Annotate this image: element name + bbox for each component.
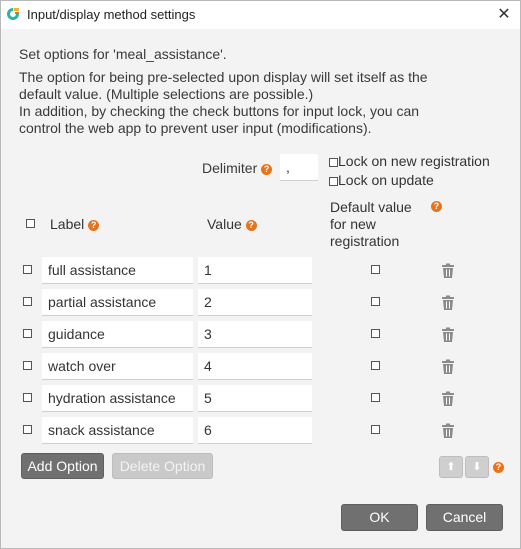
move-down-button[interactable]: ⬇ xyxy=(465,456,489,478)
delimiter-label: Delimiter ? xyxy=(202,160,273,176)
select-all-checkbox[interactable] xyxy=(26,219,35,228)
option-value-input[interactable]: 4 xyxy=(198,353,312,380)
option-label-input[interactable]: partial assistance xyxy=(42,289,193,316)
value-column-header: Value ? xyxy=(207,216,257,232)
close-icon[interactable]: ✕ xyxy=(493,4,515,26)
lock-new-registration-checkbox[interactable] xyxy=(329,157,338,167)
trash-icon[interactable] xyxy=(441,327,455,343)
default-header-line: for new xyxy=(330,216,376,232)
default-value-checkbox[interactable] xyxy=(371,425,380,434)
option-label-input[interactable]: snack assistance xyxy=(42,417,193,444)
default-value-checkbox[interactable] xyxy=(371,361,380,370)
default-value-checkbox[interactable] xyxy=(371,265,380,274)
delete-option-button[interactable]: Delete Option xyxy=(112,453,213,479)
move-up-button[interactable]: ⬆ xyxy=(439,456,463,478)
intro-line: control the web app to prevent user inpu… xyxy=(19,120,372,136)
option-label-input[interactable]: hydration assistance xyxy=(42,385,193,412)
label-column-header: Label ? xyxy=(50,216,100,232)
row-select-checkbox[interactable] xyxy=(23,329,32,338)
option-value-input[interactable]: 2 xyxy=(198,289,312,316)
help-icon[interactable]: ? xyxy=(245,219,257,231)
intro-line: default value. (Multiple selections are … xyxy=(19,86,314,102)
window-title: Input/display method settings xyxy=(27,7,196,22)
default-value-checkbox[interactable] xyxy=(371,297,380,306)
option-value-input[interactable]: 1 xyxy=(198,257,312,284)
default-header-line: registration xyxy=(330,233,400,249)
trash-icon[interactable] xyxy=(441,391,455,407)
trash-icon[interactable] xyxy=(441,295,455,311)
trash-icon[interactable] xyxy=(441,423,455,439)
row-select-checkbox[interactable] xyxy=(23,265,32,274)
option-value-input[interactable]: 3 xyxy=(198,321,312,348)
help-icon[interactable]: ? xyxy=(493,462,504,473)
dialog-window: Input/display method settings ✕ Set opti… xyxy=(0,0,521,549)
help-icon[interactable]: ? xyxy=(88,219,100,231)
trash-icon[interactable] xyxy=(441,263,455,279)
row-select-checkbox[interactable] xyxy=(23,297,32,306)
lock-update-checkbox[interactable] xyxy=(329,176,338,186)
option-value-input[interactable]: 5 xyxy=(198,385,312,412)
help-icon[interactable]: ? xyxy=(431,201,442,212)
help-icon[interactable]: ? xyxy=(261,163,273,175)
lock-update[interactable]: Lock on update xyxy=(329,172,434,188)
lock-new-registration[interactable]: Lock on new registration xyxy=(329,153,490,169)
row-select-checkbox[interactable] xyxy=(23,361,32,370)
default-column-header: Default value for new registration xyxy=(330,199,412,250)
default-value-checkbox[interactable] xyxy=(371,393,380,402)
lock-update-label: Lock on update xyxy=(338,172,434,188)
delimiter-label-text: Delimiter xyxy=(202,160,258,176)
option-label-input[interactable]: full assistance xyxy=(42,257,193,284)
intro-heading: Set options for 'meal_assistance'. xyxy=(19,46,227,62)
intro-line: In addition, by checking the check butto… xyxy=(19,103,420,119)
title-bar: Input/display method settings ✕ xyxy=(1,1,520,29)
lock-new-registration-label: Lock on new registration xyxy=(338,153,490,169)
option-label-input[interactable]: guidance xyxy=(42,321,193,348)
default-header-line: Default value xyxy=(330,199,412,215)
trash-icon[interactable] xyxy=(441,359,455,375)
row-select-checkbox[interactable] xyxy=(23,393,32,402)
row-select-checkbox[interactable] xyxy=(23,425,32,434)
intro-line: The option for being pre-selected upon d… xyxy=(19,69,428,85)
cancel-button[interactable]: Cancel xyxy=(426,504,503,531)
ok-button[interactable]: OK xyxy=(341,504,418,531)
delimiter-input[interactable] xyxy=(280,154,318,181)
option-value-input[interactable]: 6 xyxy=(198,417,312,444)
label-header-text: Label xyxy=(50,216,85,232)
option-label-input[interactable]: watch over xyxy=(42,353,193,380)
default-value-checkbox[interactable] xyxy=(371,329,380,338)
app-logo-icon xyxy=(7,8,19,20)
value-header-text: Value xyxy=(207,216,242,232)
add-option-button[interactable]: Add Option xyxy=(21,453,104,479)
